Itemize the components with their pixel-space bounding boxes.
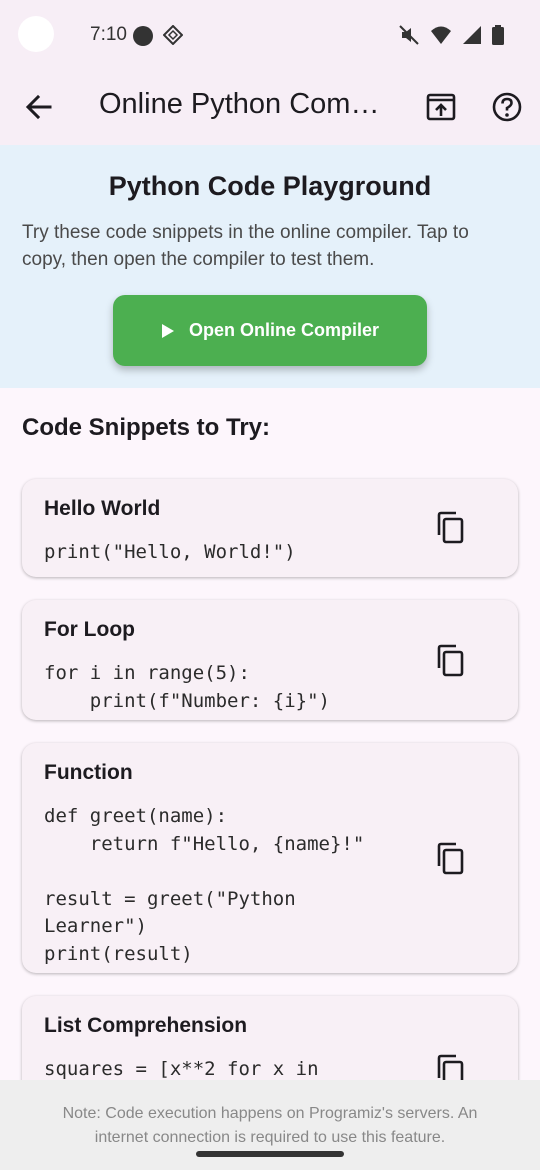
notification-dot-icon xyxy=(133,26,153,46)
banner-description: Try these code snippets in the online co… xyxy=(22,222,469,270)
home-indicator[interactable] xyxy=(196,1151,344,1157)
snippet-card[interactable]: Hello World print("Hello, World!") xyxy=(22,479,518,577)
page-title: Online Python Compiler xyxy=(99,88,381,120)
wifi-icon xyxy=(431,26,451,44)
signal-icon xyxy=(463,26,481,44)
playground-banner: Python Code Playground Try these code sn… xyxy=(0,145,540,388)
snippet-card[interactable]: For Loop for i in range(5): print(f"Numb… xyxy=(22,600,518,720)
snippet-title: Hello World xyxy=(44,497,161,520)
play-icon xyxy=(161,323,174,338)
mute-icon xyxy=(399,25,419,45)
snippet-title: List Comprehension xyxy=(44,1014,248,1037)
snippet-card[interactable]: Function def greet(name): return f"Hello… xyxy=(22,743,518,973)
open-external-icon[interactable] xyxy=(424,90,458,124)
snippet-title: Function xyxy=(44,761,133,784)
camera-cutout xyxy=(18,16,54,52)
snippets-section-title: Code Snippets to Try: xyxy=(22,414,271,441)
snippet-code: for i in range(5): print(f"Number: {i}") xyxy=(44,662,330,712)
snippet-code: print("Hello, World!") xyxy=(44,541,296,563)
status-bar: 7:10 xyxy=(0,0,540,70)
app-bar: Online Python Compiler xyxy=(0,70,540,145)
status-time: 7:10 xyxy=(90,24,127,45)
copy-icon[interactable] xyxy=(434,511,468,545)
copy-icon[interactable] xyxy=(434,644,468,678)
status-icons xyxy=(398,24,504,46)
app-notification-icon xyxy=(163,25,183,45)
help-circle-icon[interactable] xyxy=(490,90,524,124)
snippet-title: For Loop xyxy=(44,618,135,641)
open-compiler-button[interactable]: Open Online Compiler xyxy=(113,295,427,366)
footer-note: Note: Code execution happens on Programi… xyxy=(62,1105,478,1146)
banner-title: Python Code Playground xyxy=(108,171,432,201)
arrow-back-icon[interactable] xyxy=(22,90,56,124)
copy-icon[interactable] xyxy=(434,842,468,876)
open-compiler-label: Open Online Compiler xyxy=(188,320,380,340)
battery-icon xyxy=(492,25,504,45)
snippet-code: def greet(name): return f"Hello, {name}!… xyxy=(44,805,365,965)
